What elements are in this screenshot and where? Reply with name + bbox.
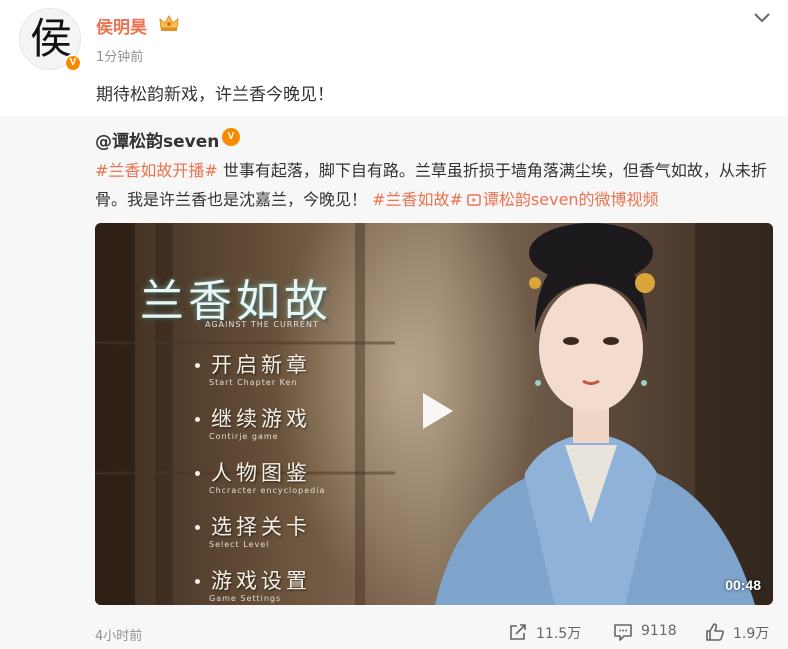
video-link[interactable]: 谭松韵seven的微博视频 — [463, 190, 659, 209]
game-menu-sub: Start Chapter Ken — [209, 378, 298, 387]
game-menu-label: 人物图鉴 — [211, 461, 311, 485]
author-name[interactable]: 侯明昊 — [96, 13, 147, 38]
repost-count: 11.5万 — [536, 626, 582, 642]
crown-icon — [159, 14, 179, 31]
share-icon — [510, 624, 526, 640]
game-menu-item: 游戏设置 Game Settings — [195, 565, 425, 605]
game-menu-sub: Contirje game — [209, 432, 279, 441]
repost-text: #兰香如故开播# 世事有起落，脚下自有路。兰草虽折损于墙角落满尘埃，但香气如故，… — [95, 156, 775, 214]
game-menu-label: 选择关卡 — [211, 515, 311, 539]
post-header: 侯 V 侯明昊 1分钟前 期待松韵新戏，许兰香今晚见！ — [0, 0, 788, 110]
repost-author[interactable]: @谭松韵seven — [95, 127, 219, 152]
video-player[interactable]: 兰香如故 AGAINST THE CURRENT 开启新章 Start Chap… — [95, 223, 773, 605]
like-count: 1.9万 — [733, 626, 770, 642]
game-menu-item: 选择关卡 Select Level — [195, 511, 425, 565]
bullet-dot — [195, 525, 200, 530]
repost-verified-badge: V — [222, 128, 240, 146]
verified-badge: V — [64, 54, 82, 72]
post-time[interactable]: 1分钟前 — [96, 46, 143, 65]
game-menu-label: 继续游戏 — [211, 407, 311, 431]
game-menu-item: 人物图鉴 Chcracter encyclopedia — [195, 457, 425, 511]
game-menu-sub: Chcracter encyclopedia — [209, 486, 326, 495]
game-menu-sub: Game Settings — [209, 594, 282, 603]
comment-icon — [614, 624, 632, 641]
repost-time[interactable]: 4小时前 — [95, 625, 142, 644]
game-menu-label: 游戏设置 — [211, 569, 311, 593]
video-link-icon — [467, 194, 481, 206]
bullet-dot — [195, 417, 200, 422]
game-menu-label: 开启新章 — [211, 353, 311, 377]
like-icon — [706, 623, 724, 641]
comment-count: 9118 — [641, 623, 677, 639]
bullet-dot — [195, 363, 200, 368]
video-link-label: 谭松韵seven的微博视频 — [482, 190, 659, 209]
video-subtitle: AGAINST THE CURRENT — [205, 320, 319, 329]
topic-link[interactable]: #兰香如故# — [372, 190, 463, 209]
bullet-dot — [195, 579, 200, 584]
game-menu-item: 继续游戏 Contirje game — [195, 403, 425, 457]
game-menu-item: 开启新章 Start Chapter Ken — [195, 349, 425, 403]
game-menu-sub: Select Level — [209, 540, 270, 549]
play-icon[interactable] — [411, 387, 459, 435]
topic-link[interactable]: #兰香如故开播# — [95, 161, 218, 180]
video-duration: 00:48 — [725, 577, 761, 593]
game-menu: 开启新章 Start Chapter Ken 继续游戏 Contirje gam… — [195, 349, 425, 605]
chevron-down-icon[interactable] — [752, 10, 772, 24]
repost-card: @谭松韵seven V #兰香如故开播# 世事有起落，脚下自有路。兰草虽折损于墙… — [0, 116, 788, 649]
post-text: 期待松韵新戏，许兰香今晚见！ — [96, 85, 334, 105]
bullet-dot — [195, 471, 200, 476]
